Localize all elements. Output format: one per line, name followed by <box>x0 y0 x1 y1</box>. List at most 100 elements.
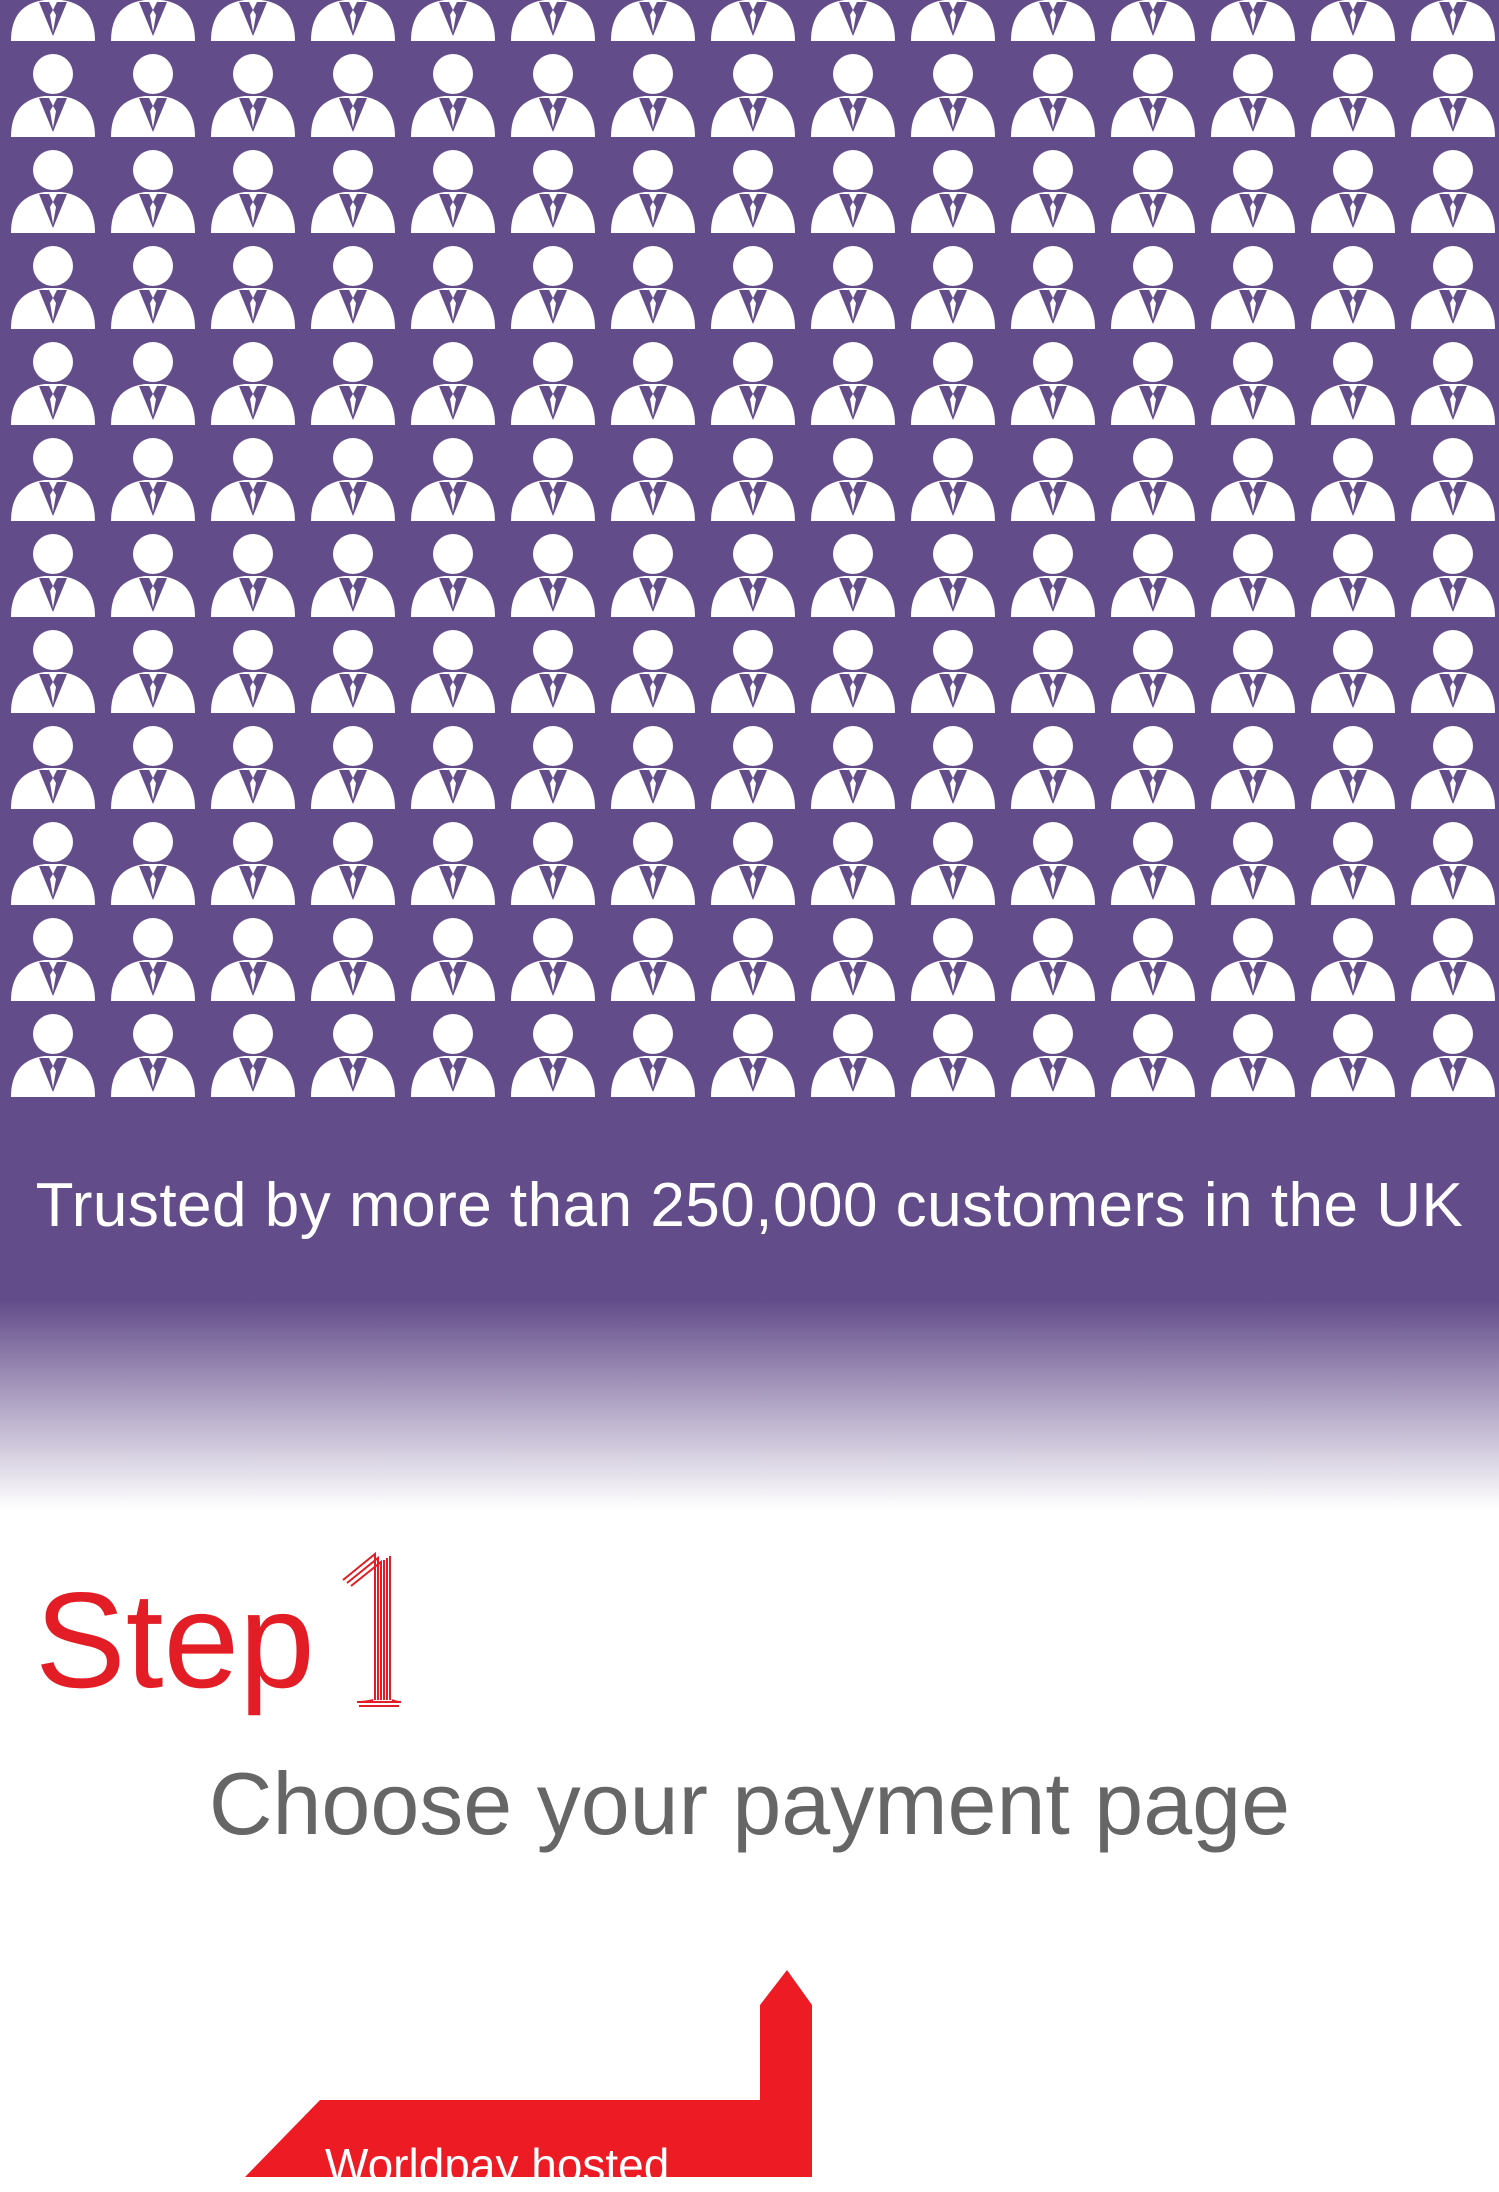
person-icon <box>1411 822 1495 905</box>
person-icon <box>311 246 395 329</box>
person-icon <box>611 54 695 137</box>
person-icon <box>1211 630 1295 713</box>
person-icon <box>11 246 95 329</box>
person-icon <box>211 822 295 905</box>
person-icon <box>611 150 695 233</box>
person-icon <box>1111 150 1195 233</box>
person-icon <box>511 438 595 521</box>
person-icon <box>1011 534 1095 617</box>
person-icon <box>411 726 495 809</box>
person-icon <box>711 630 795 713</box>
person-icon <box>1211 438 1295 521</box>
person-icon <box>1311 0 1395 41</box>
person-icon <box>1311 822 1395 905</box>
person-icon <box>711 918 795 1001</box>
person-icon <box>611 342 695 425</box>
person-icon <box>711 1014 795 1097</box>
person-icon <box>811 54 895 137</box>
person-icon <box>11 822 95 905</box>
person-icon <box>811 726 895 809</box>
person-icon <box>511 822 595 905</box>
step-number-one <box>342 1551 401 1707</box>
person-icon <box>711 726 795 809</box>
person-icon <box>1111 534 1195 617</box>
person-icon <box>911 0 995 41</box>
person-icon <box>1211 1014 1295 1097</box>
person-icon <box>511 918 595 1001</box>
person-icon <box>711 246 795 329</box>
hero-fade <box>0 1300 1499 1510</box>
person-icon <box>1411 0 1495 41</box>
person-icon <box>811 438 895 521</box>
person-icon <box>811 918 895 1001</box>
person-icon <box>811 534 895 617</box>
person-icon <box>611 0 695 41</box>
person-icon <box>911 438 995 521</box>
person-icon <box>1411 54 1495 137</box>
person-icon <box>111 822 195 905</box>
person-icon <box>1211 54 1295 137</box>
person-icon <box>1311 246 1395 329</box>
person-icon <box>611 822 695 905</box>
person-icon <box>1211 0 1295 41</box>
person-icon <box>1111 0 1195 41</box>
person-icon <box>511 534 595 617</box>
person-icon <box>911 1014 995 1097</box>
person-icon <box>611 534 695 617</box>
trust-tagline: Trusted by more than 250,000 customers i… <box>35 1171 1464 1240</box>
person-icon <box>911 534 995 617</box>
person-icon <box>1411 918 1495 1001</box>
person-icon <box>1111 630 1195 713</box>
person-icon <box>911 822 995 905</box>
person-icon <box>711 0 795 41</box>
person-icon <box>1311 342 1395 425</box>
person-icon <box>111 246 195 329</box>
person-icon <box>511 0 595 41</box>
person-icon <box>211 438 295 521</box>
person-icon <box>1211 150 1295 233</box>
person-icon <box>511 342 595 425</box>
person-icon <box>1011 726 1095 809</box>
person-icon <box>111 630 195 713</box>
person-icon <box>1111 438 1195 521</box>
person-icon <box>411 1014 495 1097</box>
person-icon <box>111 534 195 617</box>
person-icon <box>1111 342 1195 425</box>
person-icon <box>1011 342 1095 425</box>
person-icon <box>811 246 895 329</box>
person-icon <box>611 630 695 713</box>
person-icon <box>211 726 295 809</box>
person-icon <box>1311 150 1395 233</box>
person-icon <box>1211 342 1295 425</box>
person-icon <box>1311 630 1395 713</box>
person-icon <box>211 54 295 137</box>
person-icon <box>1411 438 1495 521</box>
person-icon <box>211 918 295 1001</box>
person-icon <box>611 246 695 329</box>
person-icon <box>311 1014 395 1097</box>
person-icon <box>711 150 795 233</box>
person-icon <box>11 534 95 617</box>
person-icon <box>411 246 495 329</box>
person-icon <box>711 342 795 425</box>
person-icon <box>1011 630 1095 713</box>
person-icon <box>1111 1014 1195 1097</box>
person-icon <box>611 726 695 809</box>
person-icon <box>511 726 595 809</box>
person-icon <box>1311 438 1395 521</box>
person-icon <box>711 822 795 905</box>
person-icon <box>1111 822 1195 905</box>
person-icon <box>11 438 95 521</box>
customer-icon-grid <box>11 0 1495 1097</box>
person-icon <box>1411 726 1495 809</box>
person-icon <box>811 1014 895 1097</box>
person-icon <box>411 0 495 41</box>
person-icon <box>1411 342 1495 425</box>
person-icon <box>111 918 195 1001</box>
person-icon <box>1311 726 1395 809</box>
person-icon <box>411 54 495 137</box>
person-icon <box>311 438 395 521</box>
person-icon <box>1011 918 1095 1001</box>
person-icon <box>811 630 895 713</box>
person-icon <box>1311 918 1395 1001</box>
